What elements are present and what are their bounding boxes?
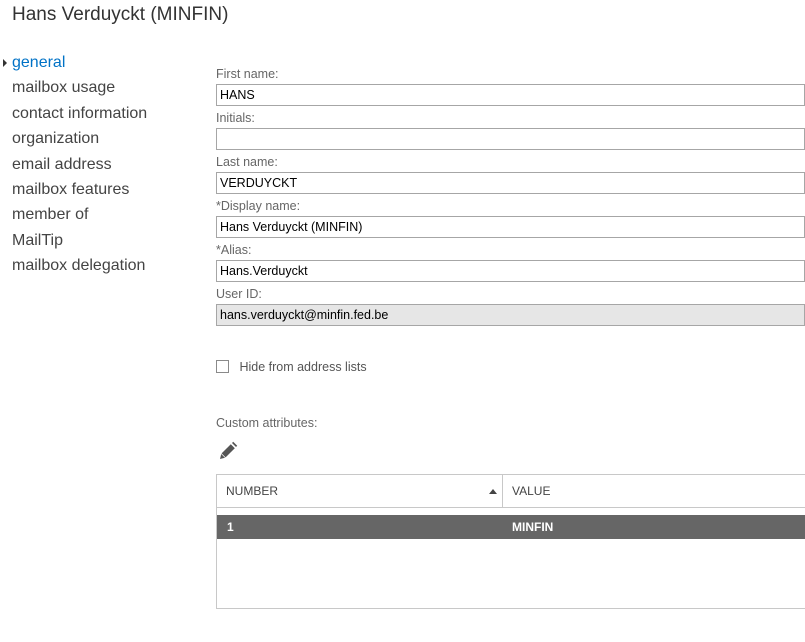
- nav-item-label: mailbox usage: [12, 79, 116, 97]
- nav-item-organization[interactable]: organization: [0, 126, 147, 151]
- initials-label: Initials:: [216, 111, 255, 125]
- nav-item-label: general: [12, 54, 66, 71]
- alias-label: *Alias:: [216, 243, 252, 257]
- custom-attributes-label: Custom attributes:: [216, 416, 318, 430]
- first-name-field[interactable]: HANS: [216, 84, 805, 106]
- display-name-label: *Display name:: [216, 199, 301, 213]
- alias-field[interactable]: Hans.Verduyckt: [216, 260, 805, 282]
- hide-from-address-lists-label: Hide from address lists: [239, 359, 367, 374]
- table-row[interactable]: 1 MINFIN: [217, 515, 805, 539]
- custom-attributes-table: NUMBER VALUE 1 MINFIN: [216, 474, 805, 609]
- column-header-number[interactable]: NUMBER: [217, 475, 503, 507]
- nav-item-mailtip[interactable]: MailTip: [0, 228, 147, 253]
- nav-item-label: mailbox delegation: [12, 257, 146, 275]
- table-header: NUMBER VALUE: [217, 475, 805, 508]
- initials-field[interactable]: [216, 128, 805, 150]
- column-header-value[interactable]: VALUE: [503, 475, 805, 507]
- sidebar-nav: general mailbox usage contact informatio…: [0, 50, 147, 279]
- nav-item-label: contact information: [12, 104, 148, 122]
- nav-item-label: MailTip: [12, 231, 63, 249]
- last-name-label: Last name:: [216, 155, 278, 169]
- nav-item-label: organization: [12, 130, 100, 148]
- nav-item-email-address[interactable]: email address: [0, 152, 147, 177]
- cell-value: MINFIN: [512, 520, 554, 534]
- selected-arrow-icon: [3, 59, 7, 67]
- last-name-field[interactable]: VERDUYCKT: [216, 172, 805, 194]
- sort-ascending-icon: [489, 489, 497, 494]
- first-name-label: First name:: [216, 67, 279, 81]
- page-title: Hans Verduyckt (MINFIN): [12, 4, 229, 25]
- nav-item-label: mailbox features: [12, 180, 130, 198]
- column-header-label: NUMBER: [226, 484, 279, 498]
- nav-item-contact-information[interactable]: contact information: [0, 101, 147, 126]
- hide-from-address-lists-checkbox[interactable]: [216, 360, 229, 374]
- hide-from-address-lists-option[interactable]: Hide from address lists: [216, 358, 367, 374]
- nav-item-mailbox-features[interactable]: mailbox features: [0, 177, 147, 202]
- nav-item-mailbox-usage[interactable]: mailbox usage: [0, 75, 147, 100]
- user-id-field: hans.verduyckt@minfin.fed.be: [216, 304, 805, 326]
- general-form: First name: HANS Initials: Last name: VE…: [216, 66, 805, 326]
- cell-number: 1: [227, 520, 234, 534]
- nav-item-mailbox-delegation[interactable]: mailbox delegation: [0, 253, 147, 278]
- nav-item-label: member of: [12, 206, 89, 224]
- column-header-label: VALUE: [512, 484, 551, 498]
- pencil-icon[interactable]: [218, 441, 238, 461]
- nav-item-label: email address: [12, 155, 112, 173]
- nav-item-member-of[interactable]: member of: [0, 202, 147, 227]
- user-id-label: User ID:: [216, 287, 262, 301]
- display-name-field[interactable]: Hans Verduyckt (MINFIN): [216, 216, 805, 238]
- nav-item-general[interactable]: general: [0, 50, 147, 75]
